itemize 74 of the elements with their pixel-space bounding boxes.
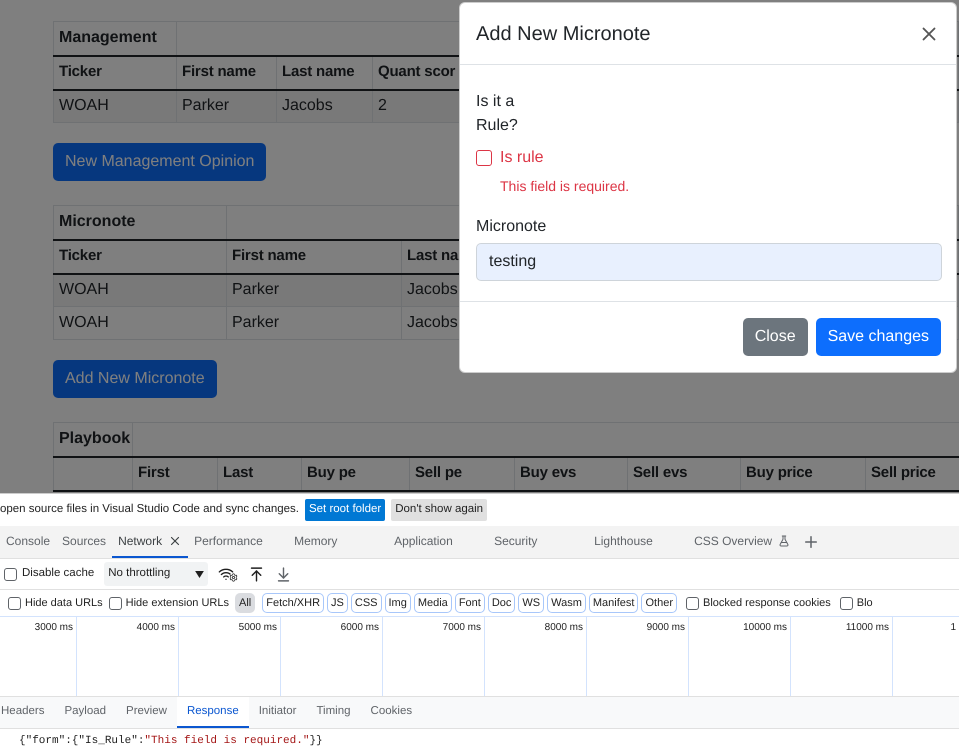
table-title: Management: [54, 22, 176, 56]
flask-icon: [778, 535, 790, 547]
filter-chip[interactable]: Doc: [488, 593, 516, 613]
timeline-tick: 5000 ms: [238, 621, 277, 635]
table-title: Playbook: [54, 422, 132, 456]
micronote-field[interactable]: testing: [476, 243, 942, 281]
devtools-tab[interactable]: Performance: [188, 526, 288, 558]
timeline-tick: 4000 ms: [136, 621, 175, 635]
detail-tab[interactable]: Headers: [0, 697, 54, 728]
table-cell: Parker: [226, 306, 402, 340]
devtools-tab[interactable]: Network: [112, 526, 188, 558]
filter-chip[interactable]: WS: [518, 593, 544, 613]
filter-chip[interactable]: All: [235, 593, 256, 613]
checkbox[interactable]: [840, 596, 853, 610]
infobar-text: open source files in Visual Studio Code and sync changes.: [0, 502, 299, 518]
timeline-tick: 10000 ms: [743, 621, 787, 635]
filter-chip[interactable]: CSS: [350, 593, 382, 613]
error-message: This field is required.: [500, 177, 630, 196]
devtools-tab[interactable]: Security: [488, 526, 588, 558]
response-body: {"form":{"Is_Rule":"This field is required."}}: [19, 735, 323, 747]
timeline-tick: 11000 ms: [846, 621, 889, 635]
table-title: Micronote: [54, 206, 226, 240]
column-header: Ticker: [54, 56, 176, 90]
checkbox-label: Is rule: [500, 148, 544, 168]
devtools-tab[interactable]: Sources: [56, 526, 112, 558]
caret-icon: [195, 570, 204, 578]
timeline-tick: 3000 ms: [34, 621, 73, 635]
field-label: Micronote: [476, 217, 546, 237]
table-cell: WOAH: [54, 306, 226, 340]
devtools-tab[interactable]: Console: [0, 526, 56, 558]
throttling-select[interactable]: No throttling: [104, 562, 208, 586]
timeline-tick: 1: [950, 621, 956, 635]
detail-tab[interactable]: Payload: [54, 697, 116, 728]
filter-chip[interactable]: Other: [641, 593, 677, 613]
filter-chip[interactable]: Img: [384, 593, 411, 613]
checkbox-label: Hide extension URLs: [126, 596, 229, 611]
filter-chip[interactable]: Fetch/XHR: [262, 593, 324, 613]
wifi-settings-icon[interactable]: [218, 566, 238, 582]
column-header: Ticker: [54, 240, 226, 274]
checkbox[interactable]: [108, 596, 122, 610]
filter-chip[interactable]: Media: [414, 593, 452, 613]
table-cell: Jacobs: [276, 90, 372, 122]
detail-tab[interactable]: Initiator: [248, 697, 306, 728]
checkbox-label: Hide data URLs: [25, 596, 103, 611]
checkbox-label: Disable cache: [22, 566, 94, 582]
timeline-tick: 7000 ms: [442, 621, 481, 635]
save-button[interactable]: Save changes: [816, 318, 941, 356]
timeline-tick: 9000 ms: [646, 621, 685, 635]
checkbox[interactable]: [8, 596, 21, 610]
checkbox[interactable]: [4, 568, 17, 580]
dismiss-button[interactable]: Don't show again: [391, 499, 488, 521]
set-root-folder-button[interactable]: Set root folder: [304, 499, 386, 521]
timeline-tick: 6000 ms: [340, 621, 379, 635]
detail-tab[interactable]: Timing: [306, 697, 361, 728]
filter-chip[interactable]: Wasm: [547, 593, 586, 613]
devtools-tab[interactable]: Lighthouse: [588, 526, 688, 558]
table-cell: Parker: [176, 90, 276, 122]
checkbox-label: Blocked response cookies: [702, 596, 831, 611]
filter-chip[interactable]: Manifest: [588, 593, 638, 613]
table-cell: WOAH: [54, 90, 176, 122]
devtools-tab[interactable]: Application: [388, 526, 488, 558]
close-button[interactable]: Close: [742, 318, 808, 356]
filter-chip[interactable]: JS: [327, 593, 348, 613]
checkbox-label: Blo: [856, 596, 873, 611]
timeline-tick: 8000 ms: [544, 621, 583, 635]
devtools-tab[interactable]: CSS Overview: [688, 526, 796, 558]
detail-tab[interactable]: Cookies: [360, 697, 422, 728]
checkbox[interactable]: [476, 150, 492, 166]
detail-tab[interactable]: Preview: [116, 697, 177, 728]
modal-title: Add New Micronote: [476, 22, 651, 46]
filter-chip[interactable]: Font: [454, 593, 485, 613]
checkbox[interactable]: [686, 596, 699, 610]
detail-tab[interactable]: Response: [176, 697, 249, 728]
devtools-tab[interactable]: Memory: [288, 526, 388, 558]
